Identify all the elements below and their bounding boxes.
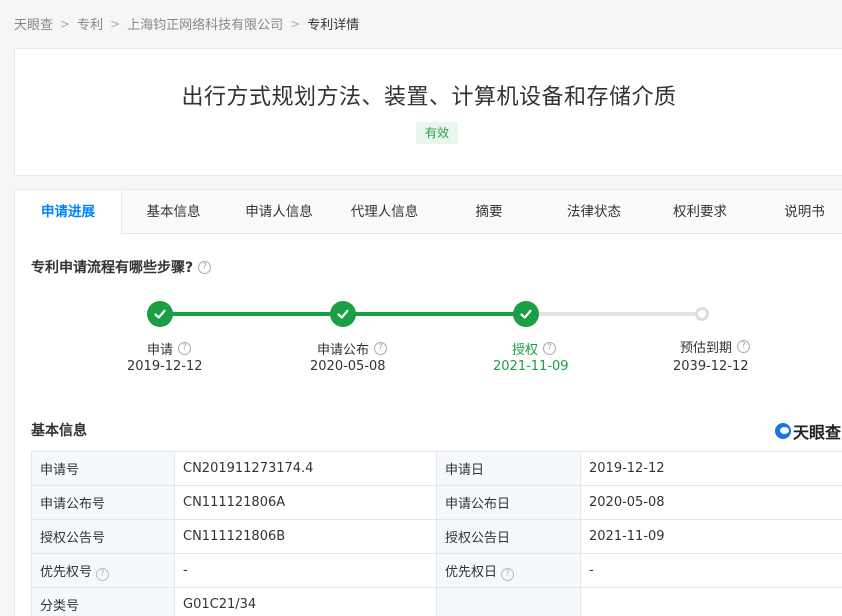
step-label-publication: 申请公布 ? — [317, 339, 388, 358]
table-key-text: 优先权号 — [40, 564, 93, 580]
step-date-publication: 2020-05-08 — [310, 359, 386, 374]
question-circle-icon[interactable]: ? — [543, 342, 557, 355]
breadcrumb-patent[interactable]: 专利 — [77, 14, 103, 33]
step-node-grant — [513, 301, 539, 327]
table-row: 申请公布号 CN111121806A 申请公布日 2020-05-08 — [31, 485, 842, 520]
tab-bar: 申请进展 基本信息 申请人信息 代理人信息 摘要 法律状态 权利要求 说明书 — [15, 190, 842, 235]
progress-track-segment-2 — [343, 312, 526, 316]
table-value: G01C21/34 — [174, 587, 437, 616]
breadcrumb: 天眼查 > 专利 > 上海钧正网络科技有限公司 > 专利详情 — [14, 14, 360, 34]
breadcrumb-company[interactable]: 上海钧正网络科技有限公司 — [127, 14, 283, 33]
question-circle-icon[interactable]: ? — [96, 567, 110, 581]
tab-legal-status[interactable]: 法律状态 — [542, 190, 646, 234]
patent-title: 出行方式规划方法、装置、计算机设备和存储介质 — [181, 85, 677, 110]
breadcrumb-current: 专利详情 — [307, 18, 360, 33]
step-date-expiry: 2039-12-12 — [673, 359, 749, 374]
table-row: 分类号 G01C21/34 — [31, 587, 842, 616]
table-row: 授权公告号 CN111121806B 授权公告日 2021-11-09 — [31, 519, 842, 554]
check-icon — [337, 309, 349, 319]
question-circle-icon[interactable]: ? — [374, 342, 388, 355]
step-label-text: 预估到期 — [680, 341, 733, 356]
table-value: CN111121806B — [174, 519, 437, 554]
table-row: 申请号 CN201911273174.4 申请日 2019-12-12 — [31, 451, 842, 486]
table-key — [436, 587, 581, 616]
question-circle-icon[interactable]: ? — [737, 340, 751, 353]
table-key-with-help: 优先权日? — [436, 553, 581, 588]
tianyancha-logo: 天眼查 — [775, 419, 841, 443]
table-value: - — [580, 553, 842, 588]
breadcrumb-home[interactable]: 天眼查 — [14, 14, 53, 33]
question-circle-icon[interactable]: ? — [178, 342, 192, 355]
chevron-right-icon: > — [290, 16, 301, 31]
tab-claims[interactable]: 权利要求 — [646, 190, 754, 234]
step-label-text: 申请 — [147, 343, 174, 358]
process-question: 专利申请流程有哪些步骤? ? — [31, 257, 212, 277]
table-key-with-help: 优先权号? — [31, 553, 175, 588]
table-key: 申请公布号 — [31, 485, 175, 520]
chevron-right-icon: > — [60, 16, 71, 31]
step-node-expiry — [695, 307, 709, 321]
basic-info-title: 基本信息 — [31, 423, 87, 439]
table-key: 申请号 — [31, 451, 175, 486]
table-value: - — [174, 553, 437, 588]
tab-basic-info[interactable]: 基本信息 — [122, 190, 225, 234]
logo-text: 天眼查 — [793, 423, 842, 442]
tianyancha-logo-icon — [775, 423, 791, 439]
tab-abstract[interactable]: 摘要 — [436, 190, 542, 234]
check-icon — [154, 309, 166, 319]
patent-header-card: 出行方式规划方法、装置、计算机设备和存储介质 有效 — [14, 48, 842, 176]
table-row: 优先权号? - 优先权日? - — [31, 553, 842, 588]
table-value: CN111121806A — [174, 485, 437, 520]
tab-applicant-info[interactable]: 申请人信息 — [225, 190, 333, 234]
basic-info-table: 申请号 CN201911273174.4 申请日 2019-12-12 申请公布… — [31, 451, 842, 616]
table-value: 2021-11-09 — [580, 519, 842, 554]
step-label-text: 申请公布 — [317, 343, 370, 358]
tab-agent-info[interactable]: 代理人信息 — [333, 190, 436, 234]
step-label-text: 授权 — [512, 343, 539, 358]
step-label-expiry: 预估到期 ? — [680, 337, 751, 356]
table-key: 授权公告号 — [31, 519, 175, 554]
step-label-application: 申请 ? — [147, 339, 192, 358]
table-value — [580, 587, 842, 616]
tab-description[interactable]: 说明书 — [754, 190, 842, 234]
table-value: 2020-05-08 — [580, 485, 842, 520]
process-question-text: 专利申请流程有哪些步骤? — [31, 260, 194, 276]
table-key: 授权公告日 — [436, 519, 581, 554]
step-label-grant: 授权 ? — [512, 339, 557, 358]
step-date-grant: 2021-11-09 — [493, 359, 569, 374]
table-key: 分类号 — [31, 587, 175, 616]
status-badge: 有效 — [416, 122, 459, 144]
table-key: 申请公布日 — [436, 485, 581, 520]
step-node-publication — [330, 301, 356, 327]
table-key-text: 优先权日 — [445, 564, 498, 580]
table-key: 申请日 — [436, 451, 581, 486]
progress-track-segment-3 — [526, 312, 702, 316]
question-circle-icon[interactable]: ? — [198, 260, 212, 274]
patent-detail-card: 申请进展 基本信息 申请人信息 代理人信息 摘要 法律状态 权利要求 说明书 专… — [14, 189, 842, 616]
progress-track-segment-1 — [160, 312, 342, 316]
chevron-right-icon: > — [110, 16, 121, 31]
tab-application-progress[interactable]: 申请进展 — [15, 190, 122, 235]
table-value: 2019-12-12 — [580, 451, 842, 486]
step-date-application: 2019-12-12 — [127, 359, 203, 374]
step-node-application — [147, 301, 173, 327]
table-value: CN201911273174.4 — [174, 451, 437, 486]
check-icon — [520, 309, 532, 319]
question-circle-icon[interactable]: ? — [501, 567, 515, 581]
